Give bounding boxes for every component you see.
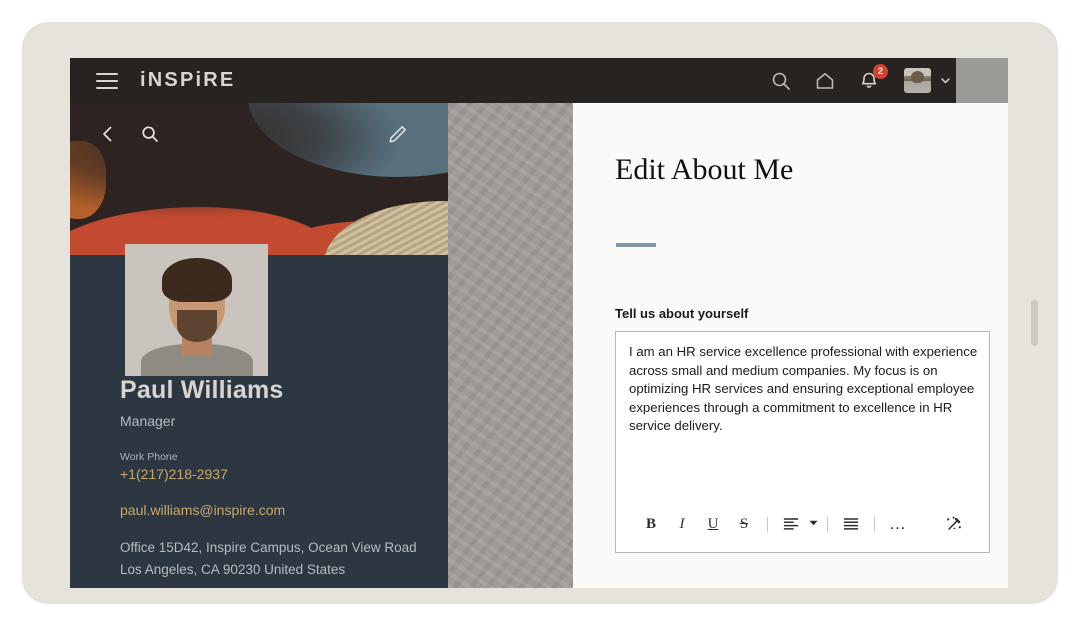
profile-address: Office 15D42, Inspire Campus, Ocean View… xyxy=(120,540,417,577)
more-options-button[interactable]: … xyxy=(883,511,913,537)
align-left-icon[interactable] xyxy=(776,511,806,537)
title-underline-accent xyxy=(616,243,656,247)
avatar xyxy=(904,68,931,93)
profile-name: Paul Williams xyxy=(120,376,284,404)
texture-divider-panel xyxy=(448,103,573,588)
toolbar-separator xyxy=(767,516,768,532)
device-frame: iNSPiRE 2 Paul Williams Manager Work Pho… xyxy=(22,22,1058,604)
about-textarea[interactable]: I am an HR service excellence profession… xyxy=(629,343,981,436)
underline-button[interactable]: U xyxy=(698,511,728,537)
profile-photo xyxy=(125,244,268,376)
profile-search-icon[interactable] xyxy=(140,124,160,144)
profile-panel: Paul Williams Manager Work Phone +1(217)… xyxy=(70,103,448,588)
about-editor-box: I am an HR service excellence profession… xyxy=(615,331,990,553)
brand-logo: iNSPiRE xyxy=(140,69,236,91)
profile-details: Paul Williams Manager Work Phone +1(217)… xyxy=(120,376,440,581)
hamburger-menu-icon[interactable] xyxy=(96,72,118,89)
user-avatar-menu[interactable] xyxy=(904,68,952,93)
edit-pencil-icon[interactable] xyxy=(387,124,408,145)
profile-email[interactable]: paul.williams@inspire.com xyxy=(120,502,440,518)
device-screen: iNSPiRE 2 Paul Williams Manager Work Pho… xyxy=(70,58,1008,588)
work-phone-label: Work Phone xyxy=(120,451,178,463)
search-icon[interactable] xyxy=(770,70,792,92)
page-scrollbar[interactable] xyxy=(1031,300,1038,346)
about-field-label: Tell us about yourself xyxy=(615,306,749,321)
header-actions: 2 xyxy=(770,63,952,93)
magic-wand-icon[interactable] xyxy=(939,511,969,537)
notification-badge: 2 xyxy=(873,63,888,79)
page-title: Edit About Me xyxy=(615,153,794,186)
app-header: iNSPiRE 2 xyxy=(70,58,1008,103)
chevron-down-icon[interactable] xyxy=(939,74,952,87)
strikethrough-button[interactable]: S xyxy=(729,511,759,537)
align-chevron-down-icon[interactable] xyxy=(808,515,819,533)
toolbar-separator xyxy=(827,516,828,532)
profile-role: Manager xyxy=(120,413,176,429)
editor-toolbar: B I U S … xyxy=(616,510,991,538)
italic-button[interactable]: I xyxy=(667,511,697,537)
toolbar-separator xyxy=(874,516,875,532)
profile-banner-actions xyxy=(70,103,448,165)
bullet-list-icon[interactable] xyxy=(836,511,866,537)
edit-about-me-form: Edit About Me Tell us about yourself I a… xyxy=(573,103,1008,588)
header-right-strip xyxy=(956,58,1008,103)
align-control-group xyxy=(776,511,819,537)
work-phone-value[interactable]: +1(217)218-2937 xyxy=(120,466,440,482)
back-icon[interactable] xyxy=(98,124,118,144)
home-icon[interactable] xyxy=(814,70,836,92)
bold-button[interactable]: B xyxy=(636,511,666,537)
notifications-button[interactable]: 2 xyxy=(858,63,888,93)
